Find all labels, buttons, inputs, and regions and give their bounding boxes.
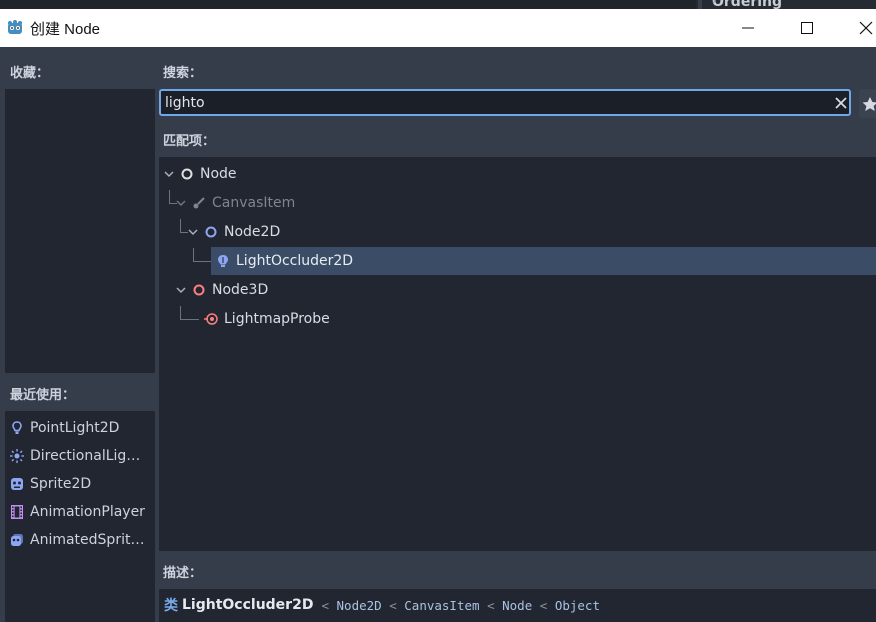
brush-icon xyxy=(193,197,205,209)
recent-item-directionallight[interactable]: DirectionalLight… xyxy=(10,442,154,470)
inheritance-separator: < xyxy=(321,597,329,613)
tree-item-label: LightmapProbe xyxy=(224,311,330,327)
inheritance-link[interactable]: Object xyxy=(555,598,600,613)
godot-logo-icon xyxy=(8,20,22,34)
description-label: 描述： xyxy=(163,566,203,581)
chevron-down-icon[interactable] xyxy=(187,226,199,238)
clear-search-icon[interactable] xyxy=(832,94,850,112)
favorites-list[interactable] xyxy=(5,89,155,373)
node2d-circle-icon xyxy=(205,226,217,238)
inheritance-separator: < xyxy=(539,597,548,613)
recent-item-label: PointLight2D xyxy=(30,420,120,436)
minimize-icon xyxy=(742,27,754,29)
tree-item-label: Node2D xyxy=(224,224,281,240)
close-button[interactable] xyxy=(843,9,876,47)
tree-item-label: CanvasItem xyxy=(212,195,296,211)
title-bar: 创建 Node xyxy=(0,9,876,47)
chevron-down-icon[interactable] xyxy=(175,284,187,296)
sprite-icon xyxy=(11,478,23,490)
chevron-down-icon[interactable] xyxy=(175,197,187,209)
window-title: 创建 Node xyxy=(30,20,101,38)
maximize-button[interactable] xyxy=(784,9,830,47)
tree-item-lightoccluder2d[interactable]: LightOccluder2D xyxy=(211,247,876,275)
tree-item-node2d[interactable]: Node2D xyxy=(187,218,587,246)
tree-item-node3d[interactable]: Node3D xyxy=(175,276,575,304)
editor-viewport-edge xyxy=(0,0,696,9)
lightmap-probe-icon xyxy=(204,313,218,325)
recent-item-sprite2d[interactable]: Sprite2D xyxy=(10,470,154,498)
tree-guide xyxy=(180,306,199,320)
recent-item-label: AnimationPlayer xyxy=(30,504,145,520)
recent-item-animatedsprite[interactable]: AnimatedSprite… xyxy=(10,526,154,554)
film-strip-icon xyxy=(11,505,23,519)
star-icon xyxy=(862,97,876,111)
search-label: 搜索： xyxy=(163,66,203,81)
chevron-right-icon: › xyxy=(712,0,717,7)
chevron-down-icon[interactable] xyxy=(163,168,175,180)
inheritance-chain: < Node2D < CanvasItem < Node < Object xyxy=(321,598,600,613)
recent-label: 最近使用： xyxy=(10,388,76,403)
editor-splitter xyxy=(698,0,702,9)
inheritance-link[interactable]: CanvasItem xyxy=(404,598,479,613)
class-kind-label: 类 xyxy=(164,598,178,614)
tree-item-label: Node xyxy=(200,166,237,182)
search-input[interactable] xyxy=(165,93,815,113)
recent-item-animationplayer[interactable]: AnimationPlayer xyxy=(10,498,154,526)
matches-label: 匹配项： xyxy=(163,134,216,149)
tree-item-label: LightOccluder2D xyxy=(236,253,354,269)
favorites-label: 收藏： xyxy=(10,66,50,81)
inheritance-link[interactable]: Node xyxy=(502,598,532,613)
search-field[interactable] xyxy=(159,89,851,116)
close-icon xyxy=(859,21,873,35)
recent-item-label: AnimatedSprite… xyxy=(30,532,148,548)
node-circle-icon xyxy=(181,168,193,180)
point-light-icon xyxy=(12,421,22,434)
inheritance-separator: < xyxy=(487,597,495,613)
description-text: 类 LightOccluder2D < Node2D < CanvasItem … xyxy=(164,595,600,615)
recent-item-pointlight2d[interactable]: PointLight2D xyxy=(10,414,154,442)
tree-item-node[interactable]: Node xyxy=(163,160,563,188)
animated-sprite-icon xyxy=(11,534,23,546)
favorite-toggle-button[interactable] xyxy=(859,89,876,118)
directional-light-icon xyxy=(10,449,24,463)
recent-item-label: DirectionalLight… xyxy=(30,448,148,464)
light-occluder-icon xyxy=(218,255,228,267)
inheritance-separator: < xyxy=(389,597,397,613)
class-name-link[interactable]: LightOccluder2D xyxy=(182,597,313,613)
inheritance-link[interactable]: Node2D xyxy=(337,598,382,613)
minimize-button[interactable] xyxy=(725,9,771,47)
tree-item-canvasitem[interactable]: CanvasItem xyxy=(175,189,575,217)
node3d-circle-icon xyxy=(193,284,205,296)
tree-guide xyxy=(193,248,212,262)
maximize-icon xyxy=(801,22,813,34)
recent-item-label: Sprite2D xyxy=(30,476,92,492)
tree-item-lightmapprobe[interactable]: LightmapProbe xyxy=(199,305,599,333)
tree-item-label: Node3D xyxy=(212,282,269,298)
